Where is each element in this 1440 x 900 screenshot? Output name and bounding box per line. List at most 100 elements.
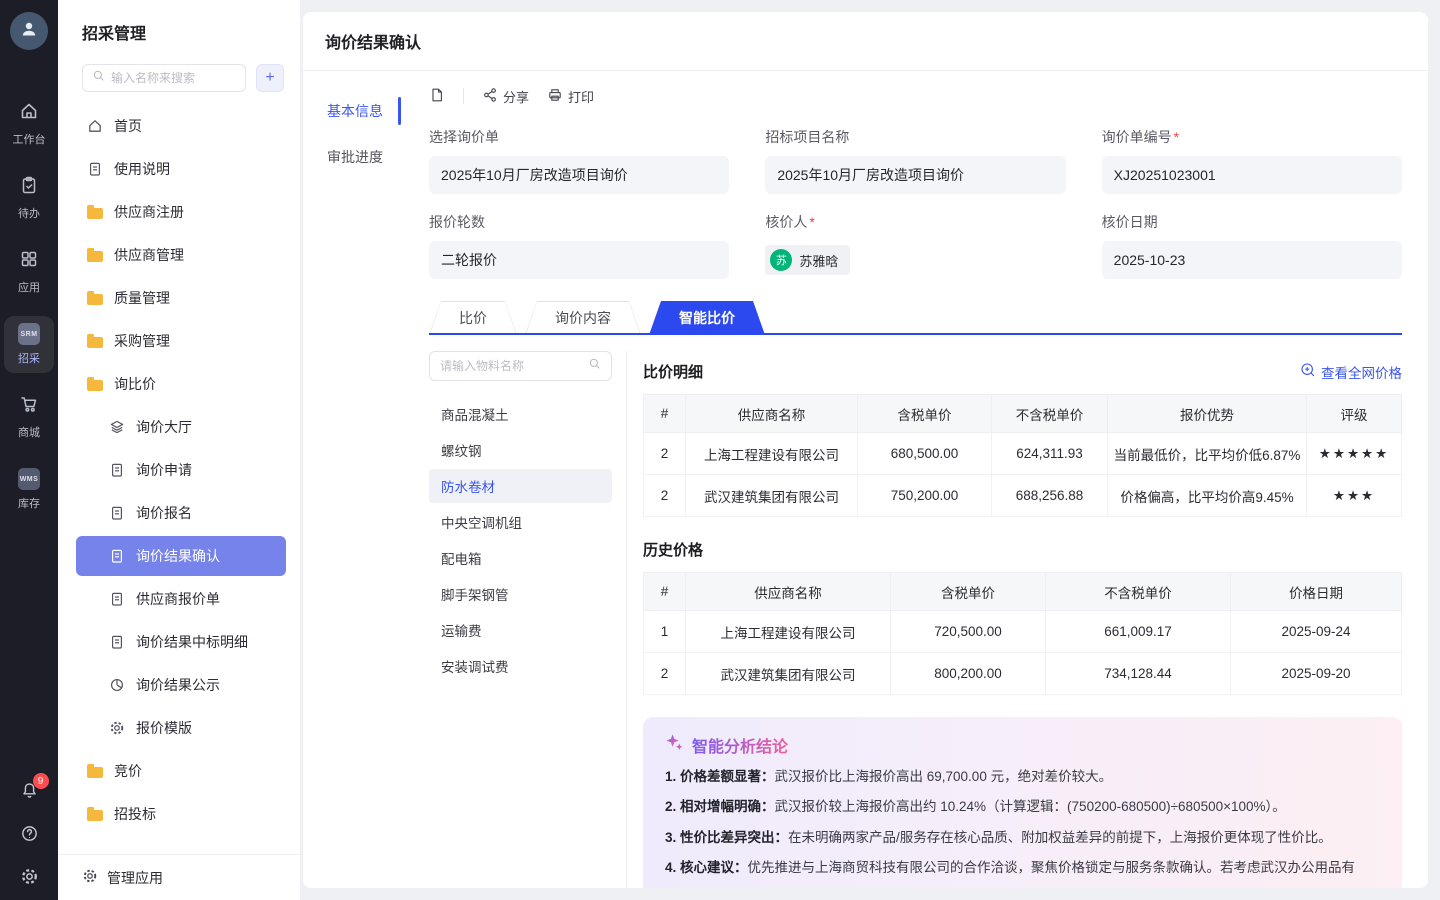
print-button[interactable]: 打印	[547, 87, 594, 106]
sidebar-item-quality-manage[interactable]: 质量管理	[76, 278, 286, 318]
price-checker-field: 苏 苏雅晗	[765, 241, 1065, 279]
sidebar-footer-label: 管理应用	[107, 868, 163, 888]
sidebar-item-purchase-manage[interactable]: 采购管理	[76, 321, 286, 361]
compare-row[interactable]: 2 上海工程建设有限公司 680,500.00 624,311.93 当前最低价…	[644, 433, 1402, 475]
rail-item-label: 待办	[18, 205, 40, 221]
rail-item-label: 应用	[18, 279, 40, 295]
cell-no: 2	[644, 433, 686, 475]
material-item[interactable]: 商品混凝土	[429, 397, 612, 431]
history-row[interactable]: 2 武汉建筑集团有限公司 800,200.00 734,128.44 2025-…	[644, 653, 1402, 695]
rail-item-label: 商城	[18, 424, 40, 440]
compare-section-head: 比价明细 查看全网价格	[643, 361, 1402, 382]
share-icon	[482, 87, 498, 106]
cell-advantage: 当前最低价，比平均价低6.87%	[1108, 433, 1307, 475]
cell-price-tax: 680,500.00	[858, 433, 992, 475]
sidebar-item-inquiry-compare[interactable]: 询比价	[76, 364, 286, 404]
person-tag[interactable]: 苏 苏雅晗	[765, 245, 850, 275]
field-price-check-date: 核价日期 2025-10-23	[1102, 212, 1402, 279]
view-network-price-label: 查看全网价格	[1321, 362, 1402, 382]
history-row[interactable]: 1 上海工程建设有限公司 720,500.00 661,009.17 2025-…	[644, 611, 1402, 653]
sidebar-item-inquiry-result-confirm[interactable]: 询价结果确认	[76, 536, 286, 576]
history-header-row: # 供应商名称 含税单价 不含税单价 价格日期	[644, 573, 1402, 611]
sidebar-footer-manage-apps[interactable]: 管理应用	[58, 854, 300, 900]
material-item[interactable]: 螺纹钢	[429, 433, 612, 467]
share-button[interactable]: 分享	[482, 87, 529, 106]
rail-item-mall[interactable]: 商城	[4, 387, 54, 447]
rail-item-workbench[interactable]: 工作台	[4, 94, 54, 154]
material-search[interactable]	[429, 351, 612, 381]
material-item[interactable]: 脚手架钢管	[429, 577, 612, 611]
rail-item-label: 招采	[18, 350, 40, 366]
sidebar-item-label: 质量管理	[114, 288, 170, 308]
settings-gear-icon[interactable]	[20, 867, 39, 886]
sidebar-menu: 首页 使用说明 供应商注册 供应商管理 质量管理 采购管理	[58, 106, 300, 854]
material-item[interactable]: 运输费	[429, 613, 612, 647]
print-label: 打印	[568, 87, 594, 106]
tab-smart-compare[interactable]: 智能比价	[649, 301, 765, 335]
export-doc-button[interactable]	[429, 87, 445, 106]
help-button[interactable]	[20, 824, 39, 843]
sidebar-item-bidding[interactable]: 竞价	[76, 751, 286, 791]
sidebar-item-inquiry-signup[interactable]: 询价报名	[76, 493, 286, 533]
rail-item-apps[interactable]: 应用	[4, 242, 54, 302]
rail-bottom: 9	[20, 781, 39, 886]
add-button[interactable]: +	[256, 64, 284, 92]
folder-icon	[86, 332, 104, 350]
side-tab-approval-progress[interactable]: 审批进度	[303, 137, 401, 177]
sidebar-item-usage-guide[interactable]: 使用说明	[76, 149, 286, 189]
sidebar-search[interactable]	[82, 64, 246, 92]
rail-item-procurement[interactable]: SRM 招采	[4, 316, 54, 373]
field-label: 询价单编号*	[1102, 127, 1402, 147]
sidebar-search-input[interactable]	[111, 71, 236, 85]
col-rating: 评级	[1307, 395, 1402, 433]
compare-table: # 供应商名称 含税单价 不含税单价 报价优势 评级	[643, 394, 1402, 517]
user-avatar[interactable]	[10, 12, 48, 50]
select-inquiry-input[interactable]: 2025年10月厂房改造项目询价	[429, 156, 729, 194]
history-table: # 供应商名称 含税单价 不含税单价 价格日期 1	[643, 572, 1402, 695]
folder-icon	[86, 762, 104, 780]
quote-rounds-input[interactable]: 二轮报价	[429, 241, 729, 279]
compare-tabs: 比价 询价内容 智能比价	[429, 301, 1402, 335]
sidebar-item-home[interactable]: 首页	[76, 106, 286, 146]
sidebar-item-supplier-manage[interactable]: 供应商管理	[76, 235, 286, 275]
sidebar-item-label: 招投标	[114, 804, 156, 824]
col-price-no-tax: 不含税单价	[992, 395, 1108, 433]
col-price-tax: 含税单价	[891, 573, 1046, 611]
document-icon	[108, 504, 126, 522]
required-mark: *	[809, 214, 814, 230]
field-label: 核价日期	[1102, 212, 1402, 232]
notifications-button[interactable]: 9	[20, 781, 39, 800]
field-quote-rounds: 报价轮数 二轮报价	[429, 212, 729, 279]
col-advantage: 报价优势	[1108, 395, 1307, 433]
analysis-item: 1. 价格差额显著：武汉报价比上海报价高出 69,700.00 元，绝对差价较大…	[665, 767, 1380, 787]
cell-no: 1	[644, 611, 686, 653]
sidebar-item-supplier-quote[interactable]: 供应商报价单	[76, 579, 286, 619]
rail-item-inventory[interactable]: WMS 库存	[4, 461, 54, 518]
material-item[interactable]: 配电箱	[429, 541, 612, 575]
material-item-selected[interactable]: 防水卷材	[429, 469, 612, 503]
view-network-price-link[interactable]: 查看全网价格	[1300, 362, 1402, 382]
material-item[interactable]: 中央空调机组	[429, 505, 612, 539]
analysis-item: 2. 相对增幅明确：武汉报价较上海报价高出约 10.24%（计算逻辑：(7502…	[665, 797, 1380, 817]
sidebar-item-inquiry-award-detail[interactable]: 询价结果中标明细	[76, 622, 286, 662]
tab-inquiry-content[interactable]: 询价内容	[525, 301, 641, 335]
card-body: 基本信息 审批进度 分享	[303, 71, 1428, 888]
compare-row[interactable]: 2 武汉建筑集团有限公司 750,200.00 688,256.88 价格偏高，…	[644, 475, 1402, 517]
rail-item-todo[interactable]: 待办	[4, 168, 54, 228]
side-tab-basic-info[interactable]: 基本信息	[303, 91, 401, 131]
sidebar-item-label: 竞价	[114, 761, 142, 781]
material-search-input[interactable]	[440, 359, 582, 373]
sidebar-item-inquiry-apply[interactable]: 询价申请	[76, 450, 286, 490]
content-card: 询价结果确认 基本信息 审批进度 分享	[303, 12, 1428, 888]
tab-compare[interactable]: 比价	[429, 301, 517, 335]
cell-date: 2025-09-20	[1231, 653, 1402, 695]
inquiry-no-input[interactable]: XJ20251023001	[1102, 156, 1402, 194]
sidebar-item-tender[interactable]: 招投标	[76, 794, 286, 834]
sidebar-item-inquiry-hall[interactable]: 询价大厅	[76, 407, 286, 447]
sidebar-item-supplier-register[interactable]: 供应商注册	[76, 192, 286, 232]
sidebar-item-inquiry-result-publicity[interactable]: 询价结果公示	[76, 665, 286, 705]
sidebar-item-quote-template[interactable]: 报价模版	[76, 708, 286, 748]
material-item[interactable]: 安装调试费	[429, 649, 612, 683]
price-check-date-input[interactable]: 2025-10-23	[1102, 241, 1402, 279]
project-name-input[interactable]: 2025年10月厂房改造项目询价	[765, 156, 1065, 194]
